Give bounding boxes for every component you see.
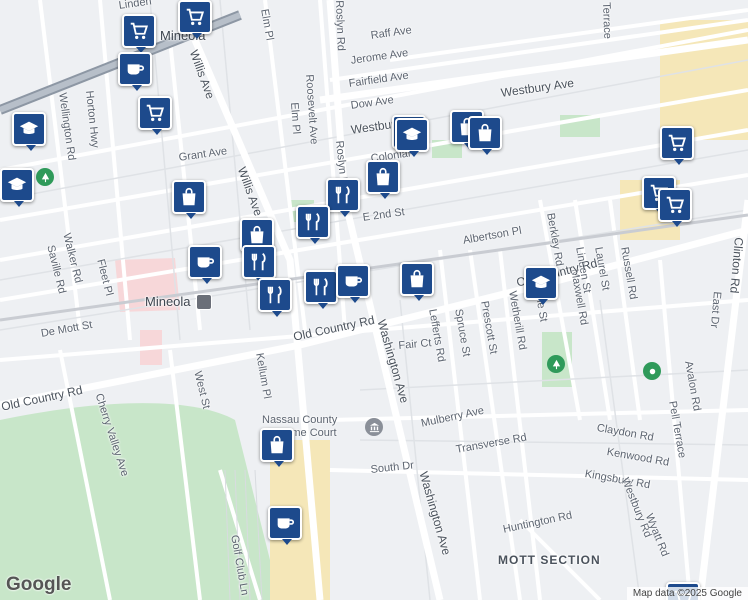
map-marker-bag[interactable] [400,262,434,301]
park-icon [36,168,54,186]
map-marker-food[interactable] [258,278,292,317]
map-marker-coffee[interactable] [336,264,370,303]
map-marker-school[interactable] [524,266,558,305]
school-icon [530,272,552,294]
coffee-icon [194,251,216,273]
coffee-icon [124,58,146,80]
restaurant-icon [302,211,324,233]
coffee-icon [342,270,364,292]
map-marker-cart[interactable] [122,14,156,53]
map-marker-school[interactable] [395,118,429,157]
cart-icon [664,194,686,216]
map-marker-food[interactable] [242,245,276,284]
cart-icon [184,6,206,28]
park-icon [643,362,661,380]
school-icon [401,124,423,146]
map-attribution[interactable]: Map data ©2025 Google [626,587,748,600]
map-canvas[interactable]: Elm Pl Roslyn Rd Raff Ave Jerome Ave Fai… [0,0,748,600]
google-logo: Google [6,574,72,595]
shopping-bag-icon [178,186,200,208]
restaurant-icon [248,251,270,273]
cart-icon [128,20,150,42]
shopping-bag-icon [266,434,288,456]
park-icon [547,355,565,373]
map-marker-school[interactable] [0,168,34,207]
shopping-bag-icon [406,268,428,290]
map-marker-food[interactable] [296,205,330,244]
map-marker-bag[interactable] [172,180,206,219]
map-marker-bag[interactable] [366,160,400,199]
shopping-bag-icon [372,166,394,188]
map-marker-bag[interactable] [260,428,294,467]
map-marker-school[interactable] [12,112,46,151]
restaurant-icon [264,284,286,306]
map-marker-cart[interactable] [138,96,172,135]
map-marker-coffee[interactable] [188,245,222,284]
restaurant-icon [310,276,332,298]
school-icon [6,174,28,196]
map-marker-coffee[interactable] [268,506,302,545]
courthouse-icon [365,418,383,436]
map-marker-cart[interactable] [660,126,694,165]
coffee-icon [274,512,296,534]
map-marker-cart[interactable] [178,0,212,39]
cart-icon [144,102,166,124]
shopping-bag-icon [474,122,496,144]
map-marker-cart[interactable] [658,188,692,227]
train-station-icon [196,294,212,310]
school-icon [18,118,40,140]
restaurant-icon [332,184,354,206]
shopping-bag-icon [246,224,268,246]
map-marker-food[interactable] [304,270,338,309]
cart-icon [666,132,688,154]
map-marker-coffee[interactable] [118,52,152,91]
map-marker-bag[interactable] [468,116,502,155]
map-base-layer [0,0,748,600]
map-marker-food[interactable] [326,178,360,217]
